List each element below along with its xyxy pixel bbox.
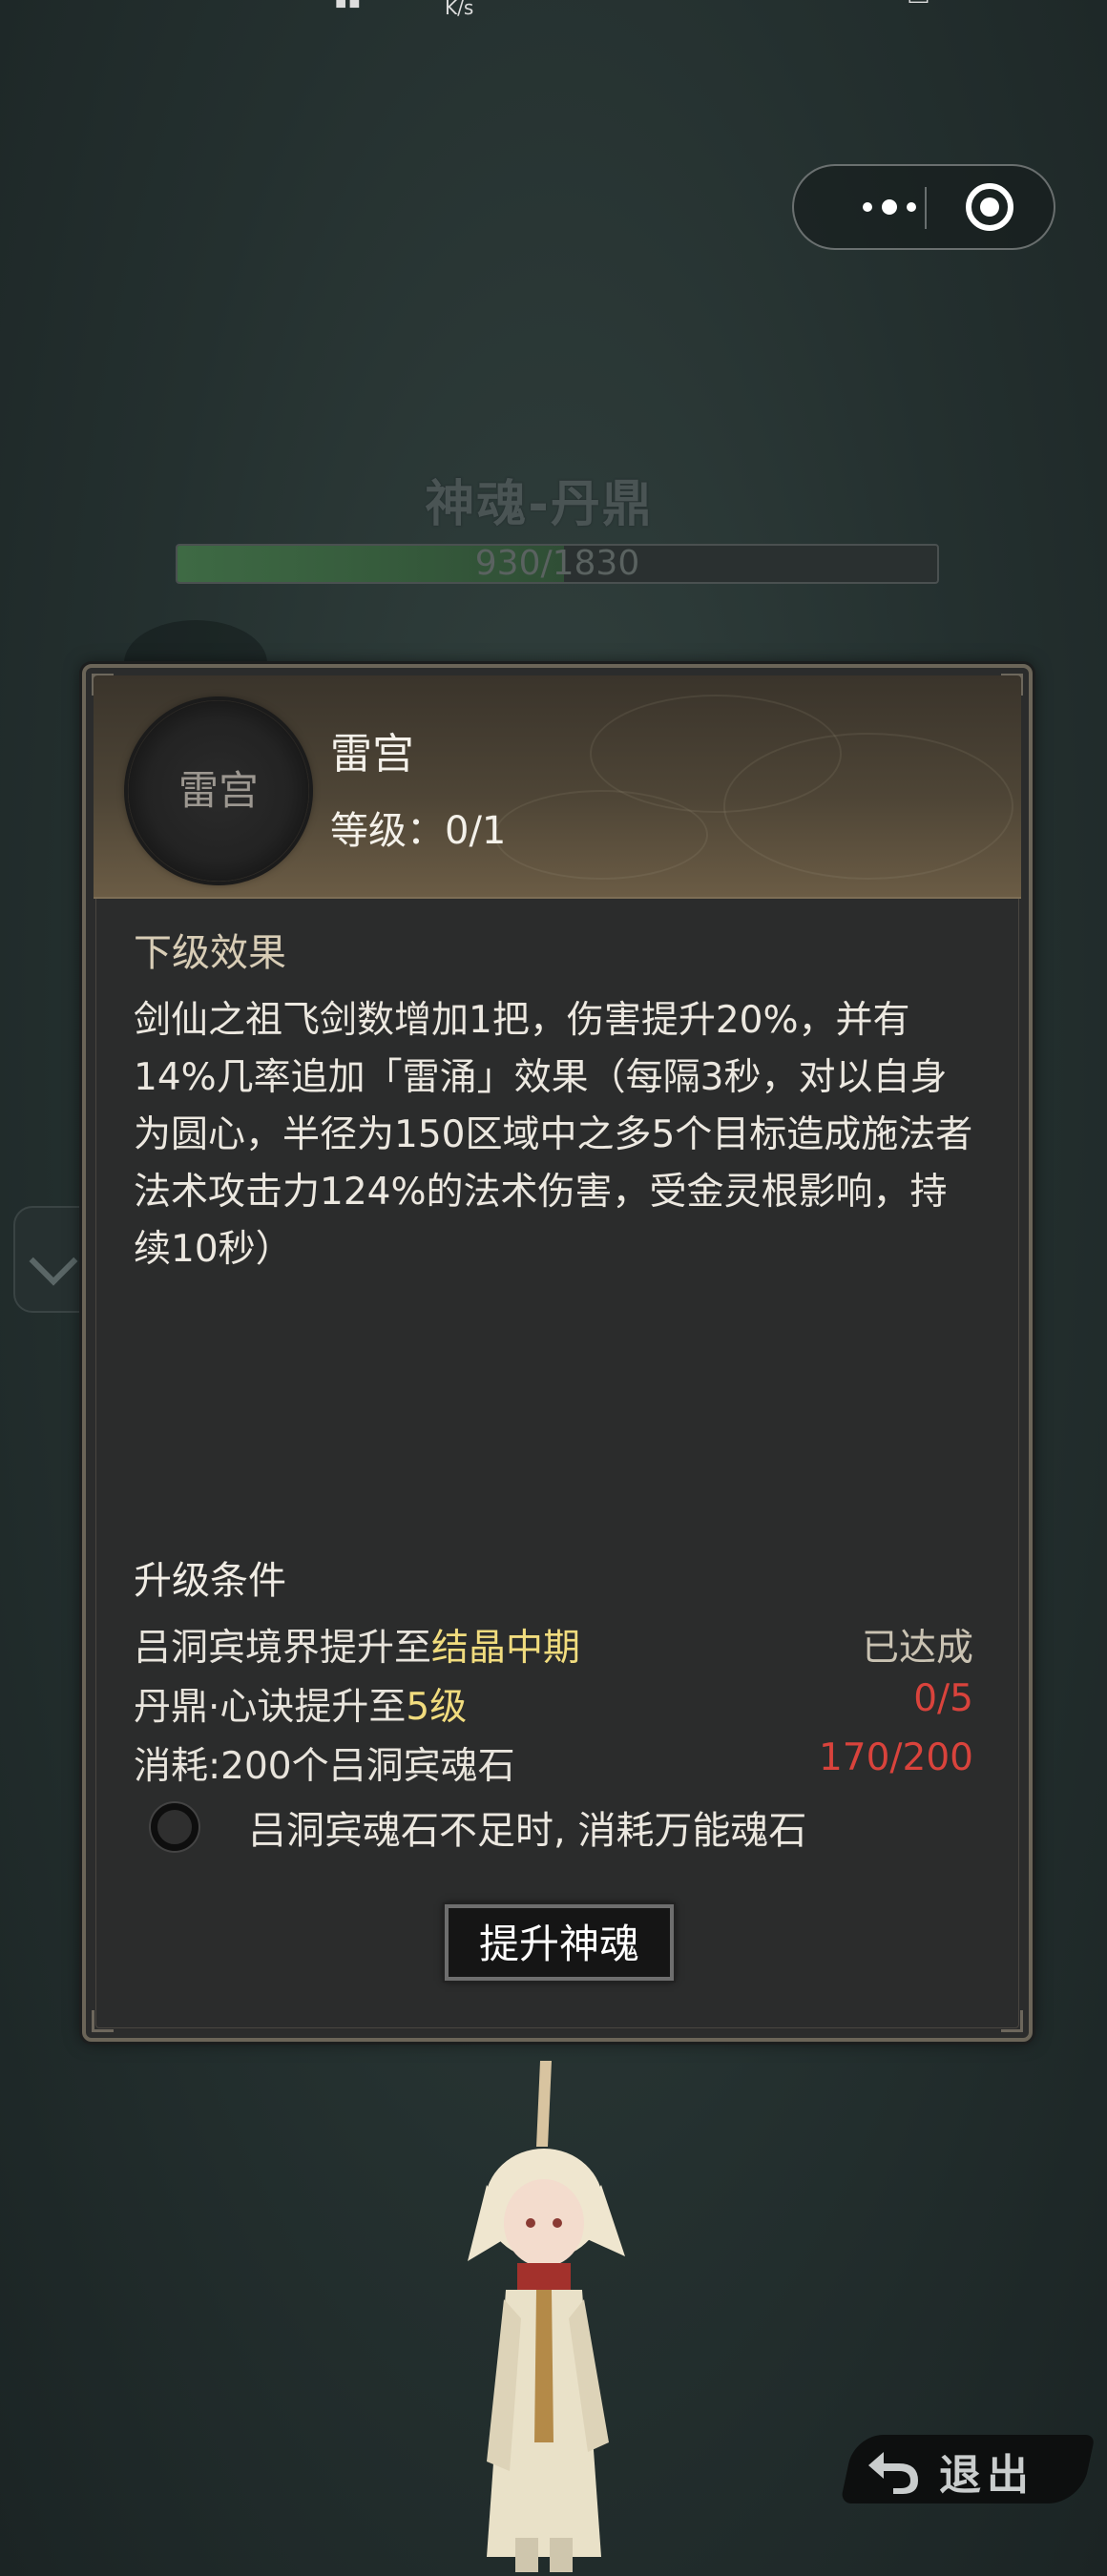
universal-soulstone-radio[interactable] [151,1803,198,1851]
soul-title: 神魂-丹鼎 [425,476,654,533]
universal-soulstone-label: 吕洞宾魂石不足时, 消耗万能魂石 [248,1809,807,1853]
emblem-label: 雷宫 [178,767,259,814]
wifi-icon: ◠ [763,0,785,11]
battery-icon: ▭ [907,0,930,11]
condition-text: 吕洞宾境界提升至结晶中期 [134,1627,581,1670]
upgrade-soul-button[interactable]: 提升神魂 [445,1904,674,1981]
panel-header: 雷宫 雷宫 等级：0/1 [94,675,1021,899]
condition-row: 丹鼎·心诀提升至5级 0/5 [134,1677,983,1731]
more-dots-icon[interactable] [832,166,947,248]
condition-text: 消耗:200个吕洞宾魂石 [134,1745,515,1788]
character-sprite [468,2061,625,2572]
next-effect-text: 剑仙之祖飞剑数增加1把，伤害提升20%，并有14%几率追加「雷涌」效果（每隔3秒… [134,999,973,1271]
condition-text: 丹鼎·心诀提升至5级 [134,1686,468,1729]
exit-button[interactable]: 退出 [840,2427,1096,2511]
condition-row: 消耗:200个吕洞宾魂石 170/200 [134,1736,983,1790]
soul-progress-text: 930/1830 [474,544,640,583]
next-effect-title: 下级效果 [134,931,286,975]
condition-highlight: 5级 [406,1686,468,1729]
condition-status: 0/5 [913,1677,973,1720]
miniprogram-capsule [792,164,1055,250]
exit-label: 退出 [939,2451,1034,2500]
soul-progress-bar: 930/1830 [176,544,939,584]
signal-icon: ▮▮ [334,0,362,11]
skill-name: 雷宫 [330,730,414,779]
conditions-title: 升级条件 [134,1559,286,1603]
network-speed: K/s [445,0,474,19]
corner-ornament [92,2010,114,2032]
return-arrow-icon [868,2452,918,2494]
chevron-down-icon [29,1236,78,1286]
condition-highlight: 结晶中期 [431,1627,581,1670]
cloud-pattern [723,733,1013,880]
condition-status: 170/200 [818,1736,973,1779]
target-close-icon[interactable] [966,183,1013,231]
condition-row: 吕洞宾境界提升至结晶中期 已达成 [134,1618,983,1672]
corner-ornament [1001,2010,1023,2032]
condition-status: 已达成 [861,1627,973,1670]
skill-detail-panel: 雷宫 雷宫 等级：0/1 下级效果 剑仙之祖飞剑数增加1把，伤害提升20%，并有… [82,664,1033,2042]
capsule-divider [925,187,927,229]
skill-level: 等级：0/1 [330,809,507,853]
cloud-pattern [494,790,708,880]
skill-emblem-icon: 雷宫 [128,700,309,882]
status-bar: ▮▮ K/s ◠ ▭ [0,0,1107,19]
